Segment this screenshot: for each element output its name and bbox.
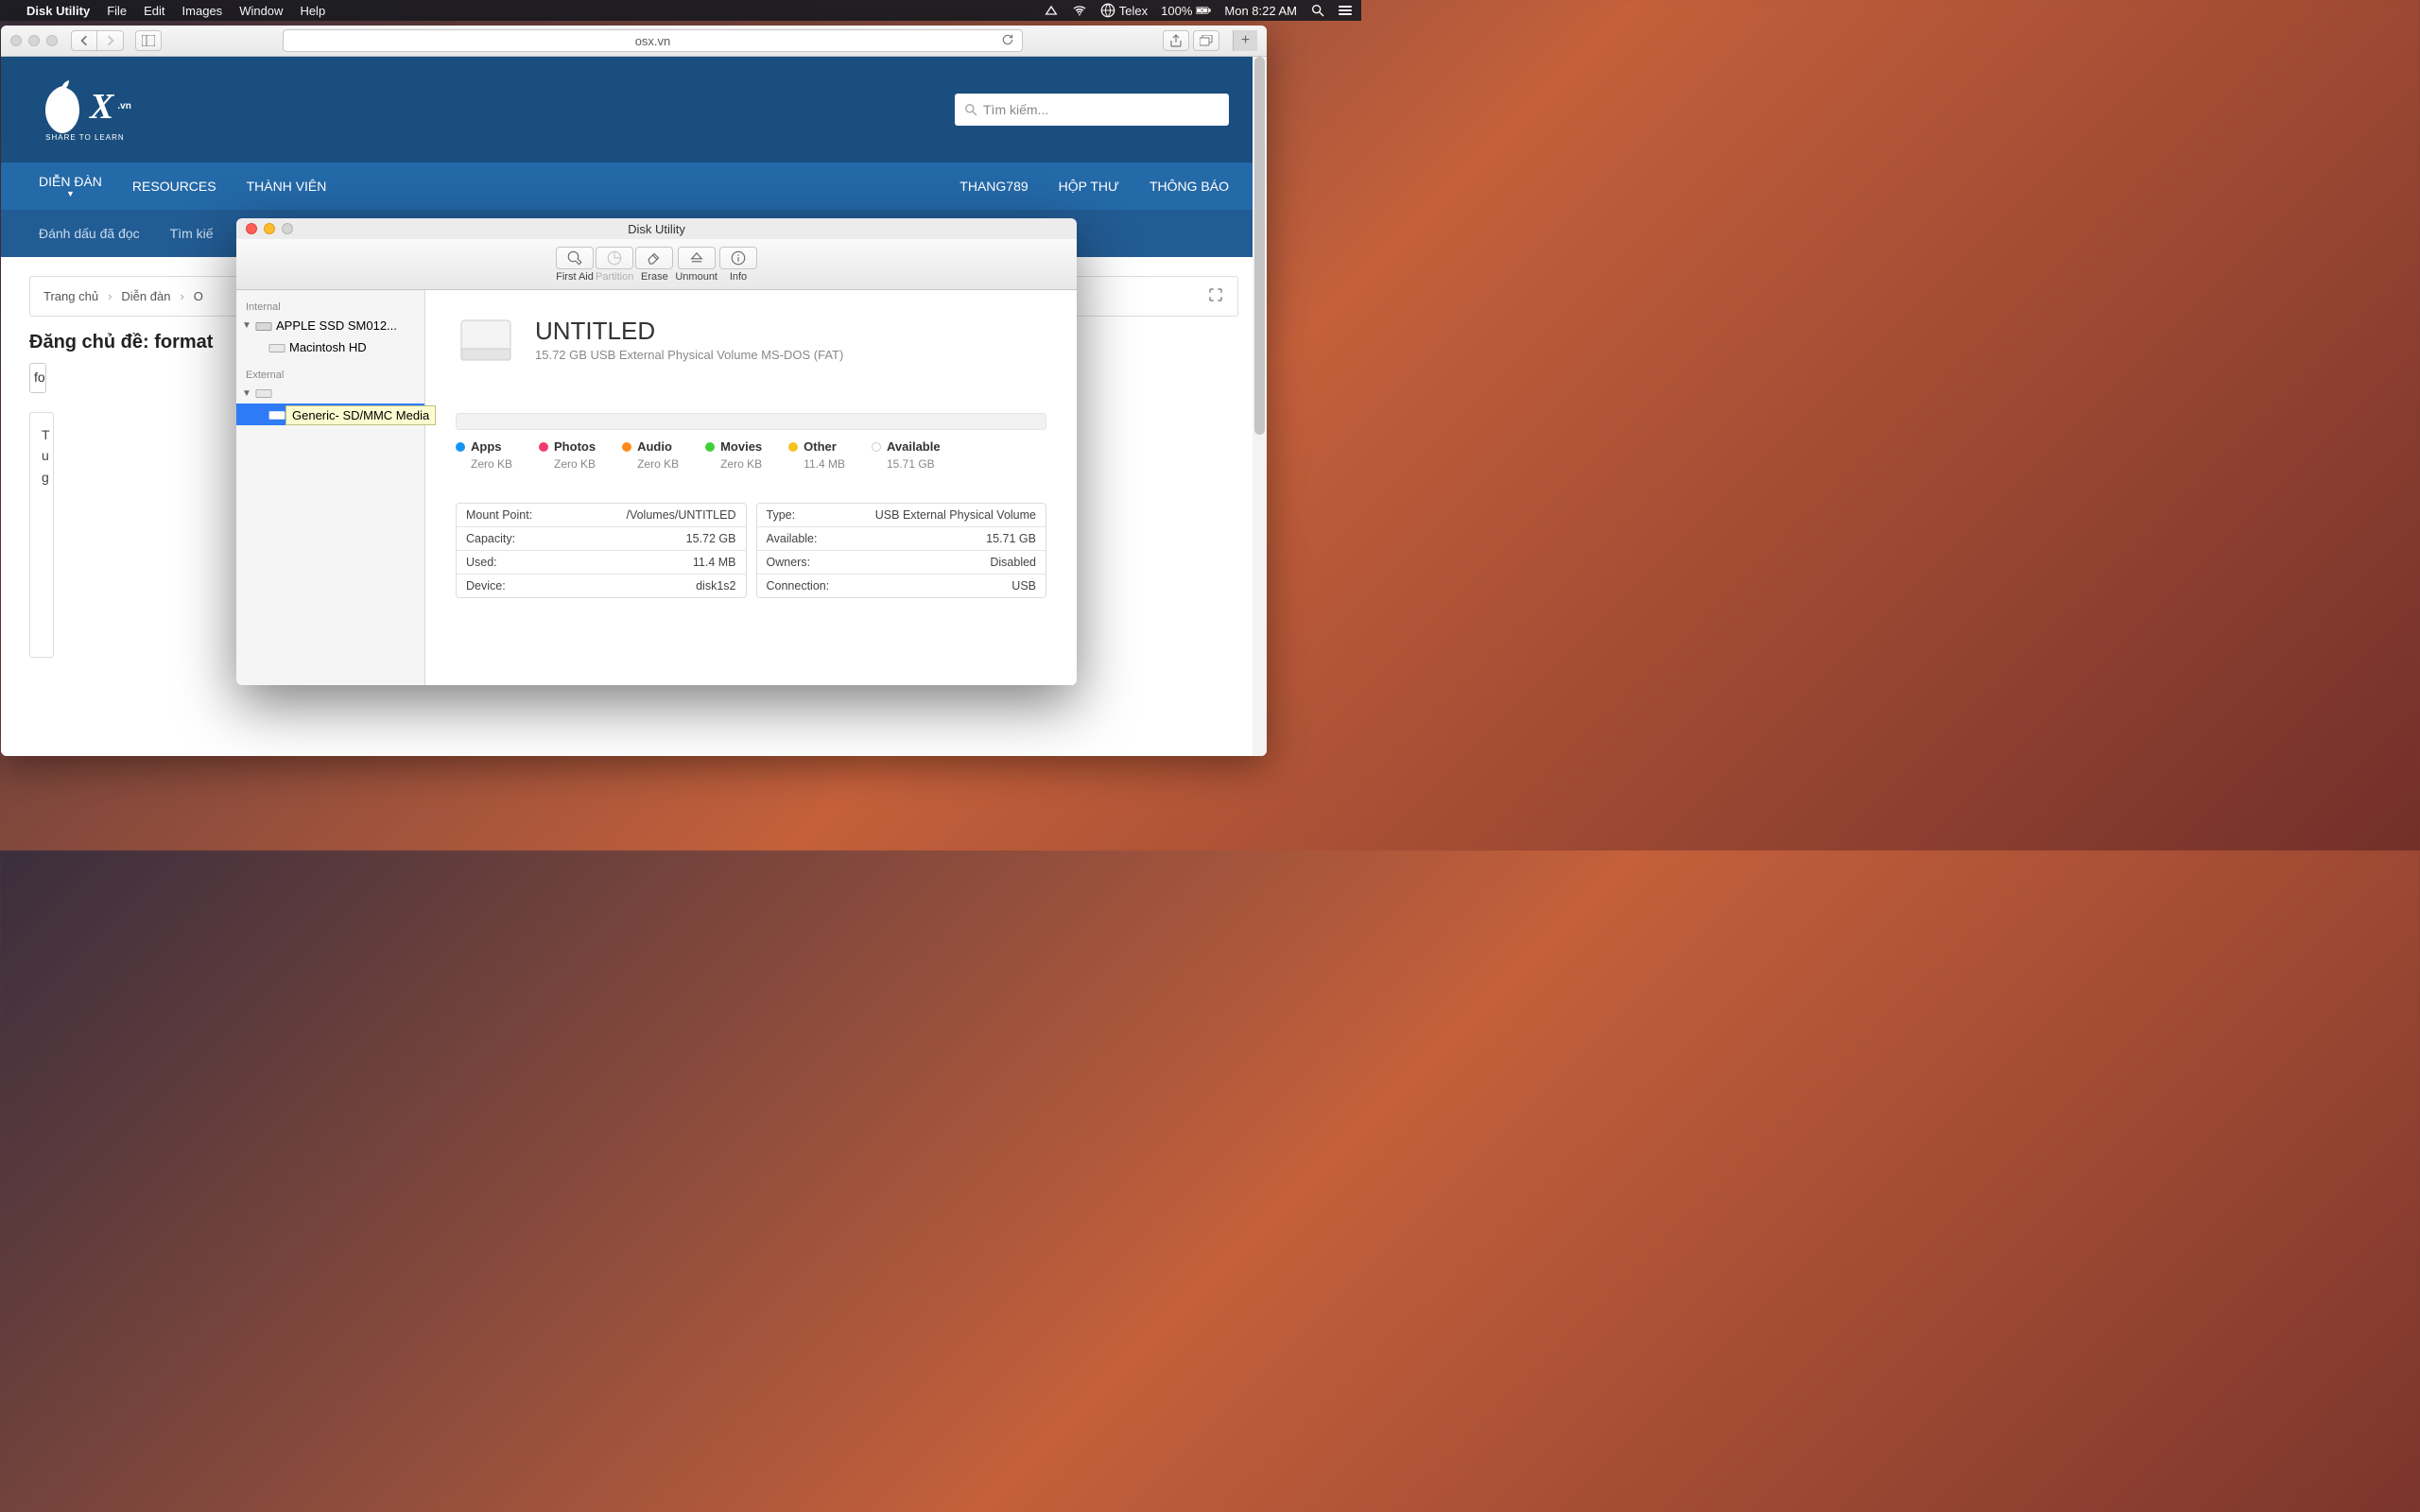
info-button[interactable]: Info <box>719 247 757 283</box>
du-main-pane: UNTITLED 15.72 GB USB External Physical … <box>425 290 1077 685</box>
back-button[interactable] <box>71 30 97 51</box>
sidebar-disk-external[interactable]: ▼ <box>236 383 424 404</box>
sidebar-section-internal: Internal <box>236 298 424 315</box>
legend-item: PhotosZero KB <box>539 439 596 471</box>
legend-item: Other11.4 MB <box>788 439 845 471</box>
input-method-indicator[interactable]: Telex <box>1100 3 1148 18</box>
legend-item: Available15.71 GB <box>872 439 941 471</box>
nav-item[interactable]: Đánh dấu đã đọc <box>39 226 140 241</box>
volume-large-icon <box>456 309 516 369</box>
menubar: Disk Utility File Edit Images Window Hel… <box>0 0 1361 21</box>
info-table-right: Type:USB External Physical VolumeAvailab… <box>756 503 1047 598</box>
nav-item[interactable]: Tìm kiế <box>170 226 214 241</box>
site-header: X.vn SHARE TO LEARN Tìm kiếm... <box>1 57 1267 163</box>
menubar-app-name[interactable]: Disk Utility <box>26 4 90 18</box>
du-toolbar: First Aid Partition Erase Unmount Info <box>236 239 1077 290</box>
usage-bar <box>456 413 1046 430</box>
site-search-input[interactable]: Tìm kiếm... <box>955 94 1229 126</box>
info-row: Used:11.4 MB <box>457 551 746 575</box>
volume-name: UNTITLED <box>535 317 843 346</box>
address-bar-url: osx.vn <box>635 34 671 48</box>
scrollbar[interactable] <box>1253 57 1267 756</box>
minimize-button[interactable] <box>264 223 275 234</box>
window-title: Disk Utility <box>628 222 685 236</box>
breadcrumb-item[interactable]: Trang chủ <box>43 289 98 303</box>
spotlight-icon[interactable] <box>1310 3 1325 18</box>
breadcrumb-item[interactable]: Diễn đàn <box>121 289 170 303</box>
sidebar-tooltip: Generic- SD/MMC Media <box>285 405 436 425</box>
sidebar-section-external: External <box>236 366 424 383</box>
info-row: Capacity:15.72 GB <box>457 527 746 551</box>
info-row: Owners:Disabled <box>757 551 1046 575</box>
notification-center-icon[interactable] <box>1339 6 1352 15</box>
external-disk-icon <box>255 387 272 400</box>
nav-user[interactable]: THANG789 <box>959 179 1028 194</box>
editor-box[interactable]: Tug <box>29 412 54 658</box>
nav-inbox[interactable]: HỘP THƯ <box>1059 179 1119 194</box>
first-aid-button[interactable]: First Aid <box>556 247 594 283</box>
volume-icon <box>268 341 285 354</box>
unmount-button[interactable]: Unmount <box>675 247 717 283</box>
du-traffic-lights[interactable] <box>246 223 293 234</box>
legend-item: AudioZero KB <box>622 439 679 471</box>
menubar-clock[interactable]: Mon 8:22 AM <box>1224 4 1297 18</box>
partition-button: Partition <box>596 247 633 283</box>
info-row: Device:disk1s2 <box>457 575 746 597</box>
nav-item[interactable]: RESOURCES <box>132 179 216 194</box>
volume-icon <box>268 408 285 421</box>
battery-indicator[interactable]: 100% <box>1161 3 1211 18</box>
disclosure-triangle-icon[interactable]: ▼ <box>242 388 251 399</box>
chevron-right-icon: › <box>180 289 183 303</box>
wifi-status-icon[interactable] <box>1072 3 1087 18</box>
sidebar-volume-macintosh-hd[interactable]: Macintosh HD <box>236 336 424 358</box>
usage-legend: AppsZero KB PhotosZero KB AudioZero KB Movi… <box>456 439 1046 471</box>
tabs-button[interactable] <box>1193 30 1219 51</box>
menubar-item-edit[interactable]: Edit <box>144 4 164 18</box>
info-row: Connection:USB <box>757 575 1046 597</box>
info-row: Type:USB External Physical Volume <box>757 504 1046 527</box>
address-bar[interactable]: osx.vn <box>283 29 1023 52</box>
sidebar-disk-internal[interactable]: ▼ APPLE SSD SM012... <box>236 315 424 336</box>
erase-button[interactable]: Erase <box>635 247 673 283</box>
info-row: Available:15.71 GB <box>757 527 1046 551</box>
chevron-right-icon: › <box>108 289 112 303</box>
disk-utility-titlebar[interactable]: Disk Utility <box>236 218 1077 239</box>
disclosure-triangle-icon[interactable]: ▼ <box>242 320 251 331</box>
info-table-left: Mount Point:/Volumes/UNTITLEDCapacity:15… <box>456 503 747 598</box>
internal-disk-icon <box>255 319 272 333</box>
scroll-thumb[interactable] <box>1254 57 1265 435</box>
reload-icon[interactable] <box>1001 33 1014 49</box>
safari-sidebar-button[interactable] <box>135 30 162 51</box>
safari-toolbar: osx.vn + <box>1 26 1267 57</box>
site-logo[interactable]: X.vn SHARE TO LEARN <box>39 78 131 142</box>
disk-utility-window: Disk Utility First Aid Partition Erase U… <box>236 218 1077 685</box>
menubar-item-file[interactable]: File <box>107 4 127 18</box>
forward-button[interactable] <box>97 30 124 51</box>
volume-subtitle: 15.72 GB USB External Physical Volume MS… <box>535 348 843 362</box>
menubar-item-window[interactable]: Window <box>239 4 283 18</box>
new-tab-button[interactable]: + <box>1233 30 1257 51</box>
thread-title-input[interactable]: fo <box>29 363 46 393</box>
safari-traffic-lights[interactable] <box>10 35 58 46</box>
share-button[interactable] <box>1163 30 1189 51</box>
nav-item[interactable]: DIỄN ĐÀN▼ <box>39 174 102 198</box>
breadcrumb-item[interactable]: O <box>194 289 203 303</box>
close-button[interactable] <box>246 223 257 234</box>
airdrop-status-icon[interactable] <box>1044 3 1059 18</box>
legend-item: MoviesZero KB <box>705 439 762 471</box>
zoom-button[interactable] <box>282 223 293 234</box>
nav-item[interactable]: THÀNH VIÊN <box>247 179 327 194</box>
info-row: Mount Point:/Volumes/UNTITLED <box>457 504 746 527</box>
nav-alerts[interactable]: THÔNG BÁO <box>1150 179 1229 194</box>
legend-item: AppsZero KB <box>456 439 512 471</box>
menubar-item-help[interactable]: Help <box>300 4 325 18</box>
du-sidebar: Internal ▼ APPLE SSD SM012... Macintosh … <box>236 290 425 685</box>
menubar-item-images[interactable]: Images <box>182 4 223 18</box>
expand-icon[interactable] <box>1207 286 1224 306</box>
site-nav-primary: DIỄN ĐÀN▼ RESOURCES THÀNH VIÊN THANG789 … <box>1 163 1267 210</box>
